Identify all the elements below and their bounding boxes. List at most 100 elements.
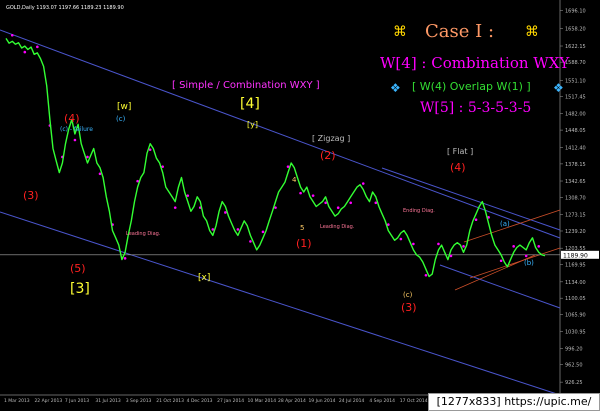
marker-dot bbox=[361, 182, 365, 185]
wave-label: [ Zigzag ] bbox=[312, 134, 350, 143]
date-tick-label: 24 Jul 2014 bbox=[339, 398, 365, 404]
marker-dot bbox=[349, 201, 353, 205]
wave-label: (a) bbox=[500, 220, 510, 228]
price-tick-label: 1622.15 bbox=[565, 44, 586, 50]
annotation-leading-diag-2: Leading Diag. bbox=[320, 224, 355, 230]
date-tick-label: 4 Dec 2013 bbox=[187, 398, 213, 404]
marker-dot bbox=[249, 240, 252, 243]
marker-dot bbox=[424, 273, 428, 277]
marker-dot bbox=[261, 230, 265, 234]
wave-label: (4) bbox=[450, 161, 466, 174]
current-price-value: 1189.90 bbox=[563, 252, 588, 259]
price-tick-label: 1273.15 bbox=[565, 213, 586, 219]
marker-dot bbox=[524, 254, 528, 258]
marker-dot bbox=[499, 259, 503, 263]
wave-label: [w] bbox=[117, 102, 131, 112]
wave-label: (b) bbox=[524, 259, 534, 267]
wave-label: [y] bbox=[247, 120, 258, 129]
price-tick-label: 1448.05 bbox=[565, 128, 586, 134]
date-tick-label: 7 Jun 2013 bbox=[65, 398, 89, 404]
price-tick-label: 926.25 bbox=[565, 380, 583, 386]
date-tick-label: 4 Sep 2014 bbox=[369, 398, 395, 404]
date-tick-label: 1 Mar 2013 bbox=[4, 398, 30, 404]
price-tick-label: 1517.45 bbox=[565, 95, 586, 101]
marker-dot bbox=[86, 155, 89, 159]
marker-dot bbox=[224, 211, 227, 214]
wave-label: (c) bbox=[116, 115, 126, 123]
marker-dot bbox=[374, 201, 378, 205]
price-tick-label: 1696.10 bbox=[565, 8, 586, 14]
price-tick-label: 1100.05 bbox=[565, 296, 586, 302]
price-tick-label: 1342.65 bbox=[565, 179, 586, 185]
annotation-ending-diag: Ending Diag. bbox=[403, 208, 435, 214]
date-tick-label: 19 Jun 2014 bbox=[308, 398, 335, 404]
scenario-label: W[4] : Combination WXY bbox=[380, 54, 570, 72]
date-tick-label: 17 Oct 2014 bbox=[400, 398, 428, 404]
price-tick-label: 1308.70 bbox=[565, 195, 586, 201]
date-tick-label: 22 Apr 2013 bbox=[34, 398, 62, 404]
wave-label: (c) bbox=[403, 291, 413, 299]
w5-structure: W[5] : 5-3-5-3-5 bbox=[420, 100, 531, 116]
price-tick-label: 996.20 bbox=[565, 346, 583, 352]
marker-dot bbox=[236, 228, 240, 231]
price-tick-label: 962.50 bbox=[565, 363, 583, 369]
watermark: [1277x833] https://upic.me/ bbox=[428, 393, 600, 411]
overlap-note: [ W(4) Overlap W(1) ] bbox=[412, 80, 531, 93]
price-tick-label: 1412.40 bbox=[565, 145, 586, 151]
marker-dot bbox=[437, 242, 440, 246]
marker-dot bbox=[512, 245, 515, 248]
marker-dot bbox=[336, 206, 340, 209]
price-tick-label: 1658.20 bbox=[565, 27, 586, 33]
price-tick-label: 1065.90 bbox=[565, 313, 586, 319]
wave-label: [3] bbox=[70, 281, 90, 297]
wave-label: [ Flat ] bbox=[447, 147, 473, 156]
price-chart[interactable]: 1189.90 (3) (4) (5) [3] [w] (c) [4] [y] [x] (2) (1… bbox=[0, 0, 600, 411]
wave-label: 5 bbox=[300, 224, 304, 232]
wave-label: (3) bbox=[401, 301, 417, 314]
diamond-icon-left: ❖ bbox=[390, 81, 401, 95]
marker-dot bbox=[286, 165, 290, 168]
marker-dot bbox=[474, 218, 478, 221]
date-tick-label: 3 Sep 2013 bbox=[126, 398, 152, 404]
marker-dot bbox=[311, 194, 315, 197]
wave-label: (4) bbox=[64, 112, 80, 125]
price-tick-label: 1239.20 bbox=[565, 229, 586, 235]
price-tick-label: 1378.15 bbox=[565, 162, 586, 168]
star-icon-left: ⌘ bbox=[393, 24, 407, 40]
marker-dot bbox=[123, 257, 127, 260]
price-tick-label: 1203.55 bbox=[565, 246, 586, 252]
wave-label: (c) - failure bbox=[60, 126, 93, 133]
marker-dot bbox=[36, 45, 39, 49]
marker-dot bbox=[23, 50, 27, 54]
diamond-icon-right: ❖ bbox=[553, 81, 564, 95]
date-tick-label: 31 Jul 2013 bbox=[95, 398, 121, 404]
wave-label: [x] bbox=[198, 273, 210, 283]
wave-label: (5) bbox=[70, 262, 86, 275]
price-tick-label: 1169.95 bbox=[565, 262, 586, 268]
marker-dot bbox=[462, 245, 465, 248]
marker-dot bbox=[73, 138, 77, 142]
wave-label: (2) bbox=[320, 149, 336, 162]
price-tick-label: 1482.00 bbox=[565, 112, 586, 118]
marker-dot bbox=[412, 242, 415, 246]
date-tick-label: 21 Oct 2013 bbox=[156, 398, 184, 404]
date-tick-label: 27 Jan 2014 bbox=[217, 398, 244, 404]
marker-dot bbox=[136, 179, 139, 183]
marker-dot bbox=[537, 245, 541, 248]
price-tick-label: 1134.00 bbox=[565, 280, 586, 286]
price-tick-label: 1030.95 bbox=[565, 330, 586, 336]
marker-dot bbox=[211, 228, 215, 231]
marker-dot bbox=[299, 191, 302, 195]
symbol-label: GOLD,Daily 1193.07 1197.66 1189.23 1189.… bbox=[6, 5, 124, 11]
wave-label: [4] bbox=[240, 96, 260, 112]
annotation-leading-diag-1: Leading Diag. bbox=[126, 231, 161, 237]
date-tick-label: 10 Mar 2014 bbox=[248, 398, 277, 404]
annotation-combination: [ Simple / Combination WXY ] bbox=[172, 80, 320, 91]
wave-label: (3) bbox=[23, 189, 39, 202]
marker-dot bbox=[399, 237, 403, 241]
date-tick-label: 28 Apr 2014 bbox=[278, 398, 306, 404]
marker-dot bbox=[173, 206, 177, 209]
wave-label: (1) bbox=[296, 237, 312, 250]
star-icon-right: ⌘ bbox=[525, 24, 539, 40]
case-title: Case I : bbox=[425, 21, 494, 42]
